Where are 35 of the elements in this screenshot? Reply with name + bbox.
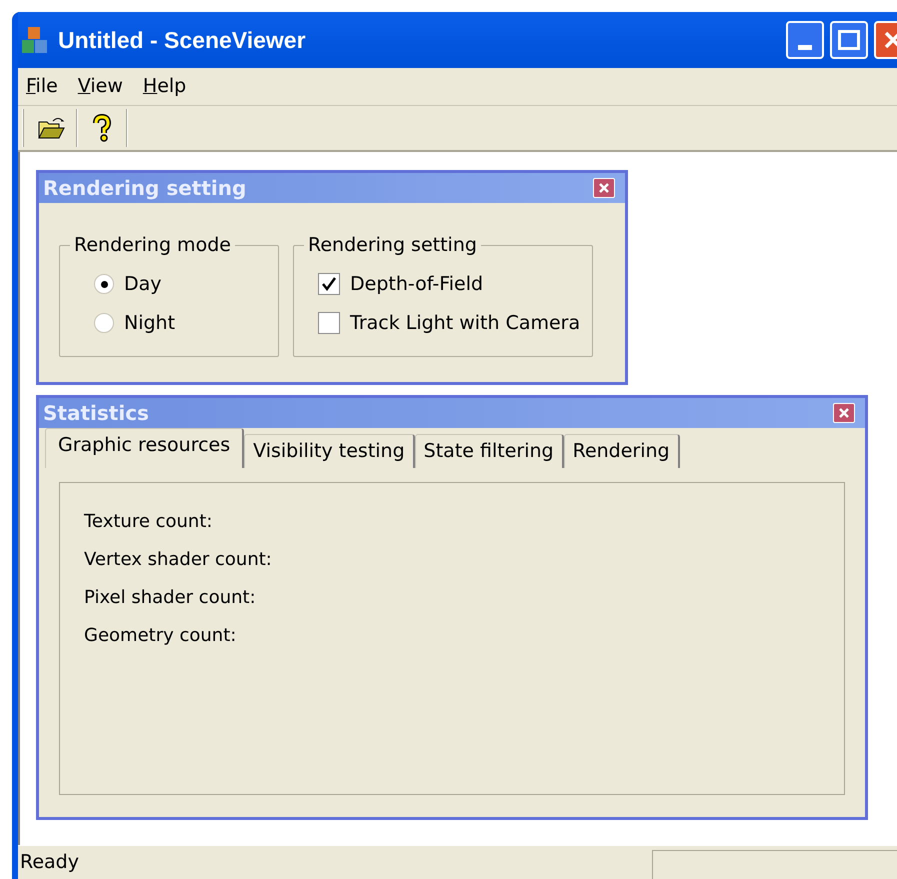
close-icon bbox=[838, 407, 850, 419]
window-title: Untitled - SceneViewer bbox=[58, 26, 306, 55]
maximize-button[interactable] bbox=[830, 21, 868, 59]
tab[interactable]: Visibility testing bbox=[244, 434, 415, 468]
maximize-icon bbox=[838, 30, 860, 50]
radio-option[interactable]: Night bbox=[94, 308, 278, 337]
checkbox-option[interactable]: Track Light with Camera bbox=[318, 308, 592, 337]
radio-button[interactable] bbox=[94, 274, 114, 294]
panel-title: Rendering setting bbox=[43, 175, 246, 202]
menu-item[interactable]: View bbox=[78, 72, 123, 101]
panel-title: Statistics bbox=[43, 400, 149, 427]
minimize-button[interactable] bbox=[786, 21, 824, 59]
tab[interactable]: Rendering bbox=[564, 434, 680, 468]
checkbox-option[interactable]: Depth-of-Field bbox=[318, 270, 592, 298]
stat-label: Texture count: bbox=[84, 510, 214, 534]
minimize-icon bbox=[798, 45, 812, 50]
close-icon bbox=[883, 30, 897, 50]
stat-label: Pixel shader count: bbox=[84, 586, 257, 610]
open-folder-icon bbox=[37, 116, 67, 140]
close-button[interactable] bbox=[593, 178, 615, 198]
tab[interactable]: Graphic resources bbox=[45, 428, 244, 468]
menu-item[interactable]: Help bbox=[142, 72, 186, 101]
checkbox[interactable] bbox=[318, 273, 340, 296]
menu-item[interactable]: File bbox=[26, 72, 58, 101]
radio-option[interactable]: Day bbox=[94, 270, 278, 298]
status-text: Ready bbox=[19, 850, 79, 876]
radio-button[interactable] bbox=[94, 312, 114, 333]
checkbox[interactable] bbox=[318, 312, 340, 334]
stat-label: Vertex shader count: bbox=[84, 548, 273, 572]
close-icon bbox=[598, 182, 610, 194]
question-mark-icon bbox=[92, 114, 112, 142]
app-icon bbox=[20, 25, 50, 55]
close-button[interactable] bbox=[833, 403, 855, 423]
stat-label: Geometry count: bbox=[84, 624, 238, 648]
tab[interactable]: State filtering bbox=[414, 434, 564, 468]
